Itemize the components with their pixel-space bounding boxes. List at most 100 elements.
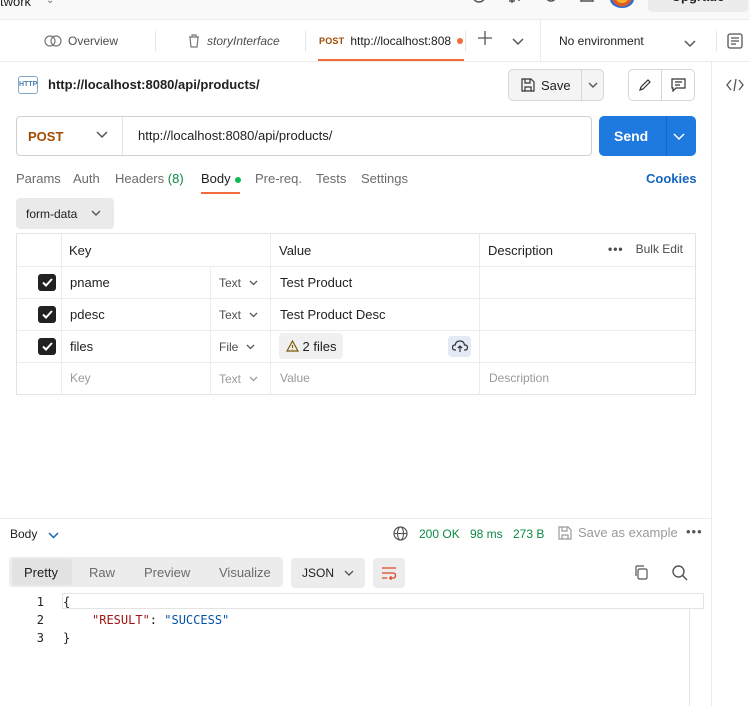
response-size[interactable]: 273 B: [513, 527, 544, 541]
bulk-edit[interactable]: ••• Bulk Edit: [608, 242, 683, 256]
tab-pretty[interactable]: Pretty: [24, 565, 58, 580]
new-value-input[interactable]: Value: [280, 371, 310, 385]
tab-label: http://localhost:808: [350, 34, 452, 48]
tab-settings[interactable]: Settings: [361, 171, 408, 186]
row-checkbox[interactable]: [38, 274, 56, 291]
cookies-link[interactable]: Cookies: [646, 171, 697, 186]
status-code[interactable]: 200 OK: [419, 527, 460, 541]
status-dot-icon: [234, 176, 241, 183]
bulk-edit-button[interactable]: Bulk Edit: [636, 242, 683, 256]
files-count: 2 files: [302, 338, 337, 354]
value-cell[interactable]: Test Product Desc: [280, 307, 386, 322]
save-icon: [521, 78, 535, 92]
save-button[interactable]: Save: [508, 69, 604, 101]
type-label: File: [219, 340, 239, 354]
new-description-input[interactable]: Description: [489, 371, 549, 385]
type-select[interactable]: Text: [219, 276, 258, 290]
unsaved-dot-icon: [457, 38, 464, 44]
tab-params[interactable]: Params: [16, 171, 61, 186]
chevron-down-icon[interactable]: [512, 34, 524, 49]
comments-button[interactable]: [661, 69, 695, 101]
tab-overview[interactable]: Overview: [44, 20, 118, 62]
gear-icon[interactable]: [543, 0, 561, 9]
tab-request-active[interactable]: POST http://localhost:808: [319, 20, 464, 62]
method-select[interactable]: POST: [28, 129, 63, 144]
chevron-down-icon[interactable]: [588, 82, 598, 89]
column-divider: [479, 234, 480, 395]
row-divider: [16, 298, 696, 299]
chevron-down-icon: [344, 570, 354, 576]
chevron-down-icon[interactable]: [673, 129, 685, 144]
row-checkbox[interactable]: [38, 338, 56, 355]
response-body-select[interactable]: Body: [10, 527, 37, 541]
type-label: Text: [219, 276, 242, 290]
more-icon[interactable]: •••: [686, 524, 703, 539]
type-select[interactable]: Text: [219, 372, 258, 386]
more-icon[interactable]: •••: [608, 242, 624, 256]
chevron-down-icon: [246, 344, 255, 350]
type-select[interactable]: Text: [219, 308, 258, 322]
bell-icon[interactable]: [579, 0, 597, 9]
copy-icon[interactable]: [634, 565, 649, 583]
check-icon: [41, 310, 53, 319]
tab-story-interface[interactable]: storyInterface: [187, 20, 280, 62]
response-divider[interactable]: [0, 518, 711, 519]
chevron-down-icon[interactable]: [48, 527, 59, 542]
tab-tests[interactable]: Tests: [316, 171, 346, 186]
tab-divider: [716, 31, 717, 51]
invite-user-icon[interactable]: [507, 0, 525, 9]
key-cell[interactable]: files: [70, 339, 93, 354]
tab-preview[interactable]: Preview: [144, 565, 190, 580]
tab-prerequest[interactable]: Pre-req.: [255, 171, 302, 186]
url-input[interactable]: http://localhost:8080/api/products/: [138, 128, 332, 143]
chevron-down-icon[interactable]: ⌄: [46, 0, 54, 6]
format-select[interactable]: JSON: [291, 558, 365, 588]
save-as-example-button[interactable]: Save as example: [558, 525, 678, 540]
scrollbar[interactable]: [689, 609, 690, 706]
comment-icon: [670, 78, 686, 92]
tab-visualize[interactable]: Visualize: [219, 565, 271, 580]
row-checkbox[interactable]: [38, 306, 56, 323]
chevron-down-icon[interactable]: [96, 127, 108, 142]
environment-quick-look-icon[interactable]: [727, 33, 743, 52]
tab-body[interactable]: Body: [201, 171, 241, 186]
type-select[interactable]: File: [219, 340, 255, 354]
search-icon[interactable]: [472, 0, 490, 9]
environment-label: No environment: [559, 34, 644, 48]
search-icon[interactable]: [672, 565, 688, 584]
body-mode-select[interactable]: form-data: [16, 198, 114, 229]
tab-headers-label: Headers: [115, 171, 165, 186]
url-divider: [122, 117, 123, 155]
request-title[interactable]: http://localhost:8080/api/products/: [48, 77, 260, 92]
chevron-down-icon: [249, 280, 258, 286]
json-colon: :: [149, 613, 165, 627]
upload-button[interactable]: [448, 336, 471, 357]
files-chip[interactable]: 2 files: [279, 333, 343, 359]
send-label[interactable]: Send: [614, 128, 648, 144]
code-icon[interactable]: [726, 78, 744, 95]
tab-body-label: Body: [201, 171, 231, 186]
workspace-name[interactable]: twork: [0, 0, 31, 9]
tab-headers[interactable]: Headers (8): [115, 171, 184, 186]
trash-icon: [189, 34, 199, 48]
plus-icon[interactable]: [478, 31, 492, 48]
wrap-lines-button[interactable]: [373, 558, 405, 588]
chevron-down-icon: [249, 376, 258, 382]
value-cell[interactable]: Test Product: [280, 275, 352, 290]
upgrade-button[interactable]: Upgrade: [648, 0, 748, 12]
row-divider: [16, 362, 696, 363]
edit-button[interactable]: [628, 69, 662, 101]
http-request-icon: HTTP: [18, 76, 38, 94]
tab-auth[interactable]: Auth: [73, 171, 100, 186]
key-cell[interactable]: pdesc: [70, 307, 105, 322]
new-key-input[interactable]: Key: [70, 371, 91, 385]
line-number: 1: [36, 595, 44, 609]
response-time[interactable]: 98 ms: [470, 527, 503, 541]
globe-icon[interactable]: [393, 526, 408, 544]
tab-divider: [155, 31, 156, 51]
send-divider: [666, 116, 667, 156]
chevron-down-icon[interactable]: [684, 36, 696, 51]
save-as-example-label: Save as example: [578, 525, 678, 540]
tab-raw[interactable]: Raw: [89, 565, 115, 580]
key-cell[interactable]: pname: [70, 275, 110, 290]
